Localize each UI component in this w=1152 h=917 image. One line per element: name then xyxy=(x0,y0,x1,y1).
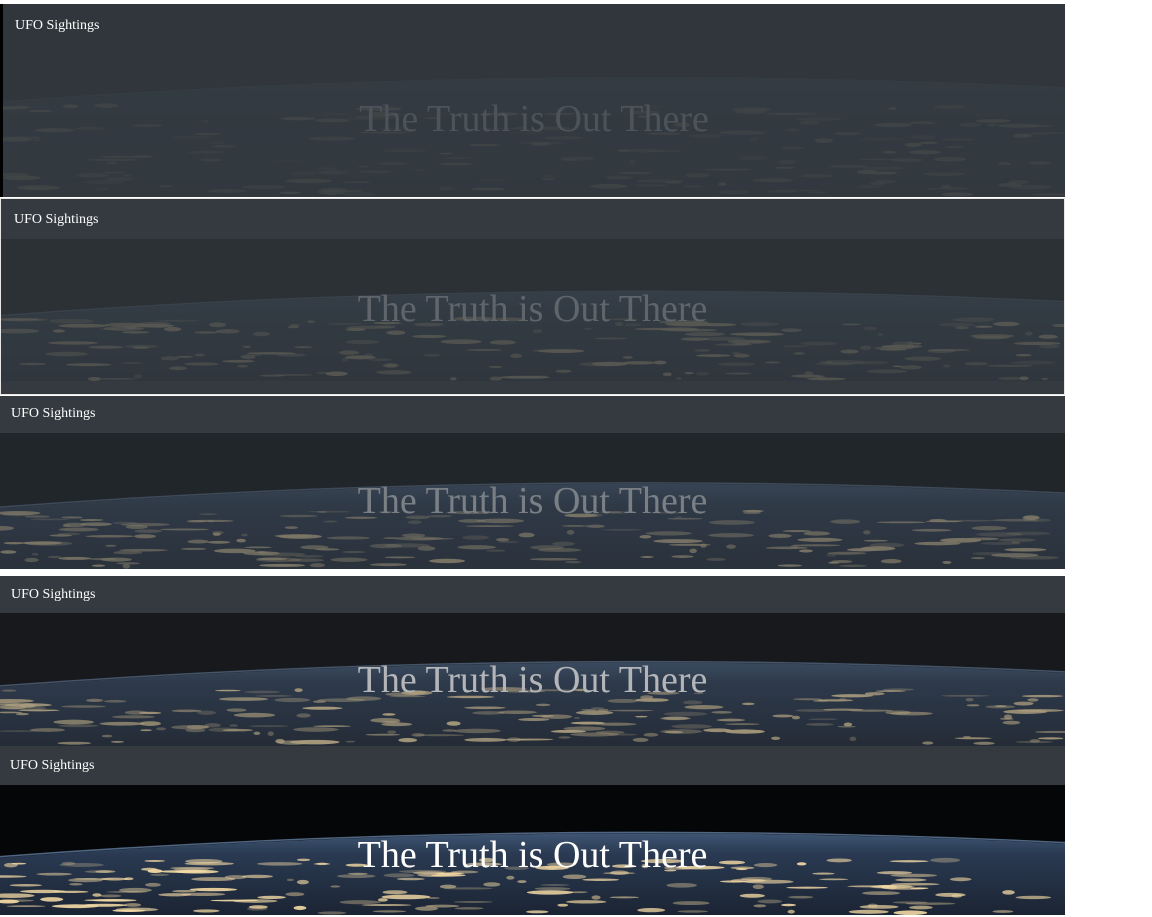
navbar: UFO Sightings xyxy=(0,576,1065,613)
hero-banner: The Truth is Out There xyxy=(1,239,1064,381)
hero-heading: The Truth is Out There xyxy=(357,288,708,330)
frame-4: UFO Sightings The Truth is Out There xyxy=(0,576,1065,746)
footer-strip xyxy=(1,381,1064,394)
navbar: UFO Sightings xyxy=(0,746,1065,785)
hero-banner: The Truth is Out There xyxy=(0,785,1065,915)
navbar-brand[interactable]: UFO Sightings xyxy=(11,588,95,602)
navbar-brand[interactable]: UFO Sightings xyxy=(14,213,98,227)
hero-heading: The Truth is Out There xyxy=(357,834,708,876)
hero-banner: The Truth is Out There xyxy=(0,613,1065,746)
navbar-brand[interactable]: UFO Sightings xyxy=(10,759,94,773)
navbar-brand[interactable]: UFO Sightings xyxy=(15,19,99,33)
hero-heading: The Truth is Out There xyxy=(357,480,708,522)
frame-5: UFO Sightings The Truth is Out There xyxy=(0,746,1065,915)
navbar: UFO Sightings xyxy=(0,396,1065,433)
navbar: UFO Sightings xyxy=(1,199,1064,239)
navbar-brand[interactable]: UFO Sightings xyxy=(11,407,95,421)
frame-2: UFO Sightings The Truth is Out There xyxy=(0,198,1065,395)
hero-banner: The Truth is Out There xyxy=(0,433,1065,569)
hero-heading: The Truth is Out There xyxy=(359,98,709,140)
frame-1: UFO Sightings The Truth is Out There xyxy=(0,4,1065,197)
frame-3: UFO Sightings The Truth is Out There xyxy=(0,396,1065,573)
hero-heading: The Truth is Out There xyxy=(357,659,708,701)
separator xyxy=(0,569,1065,573)
